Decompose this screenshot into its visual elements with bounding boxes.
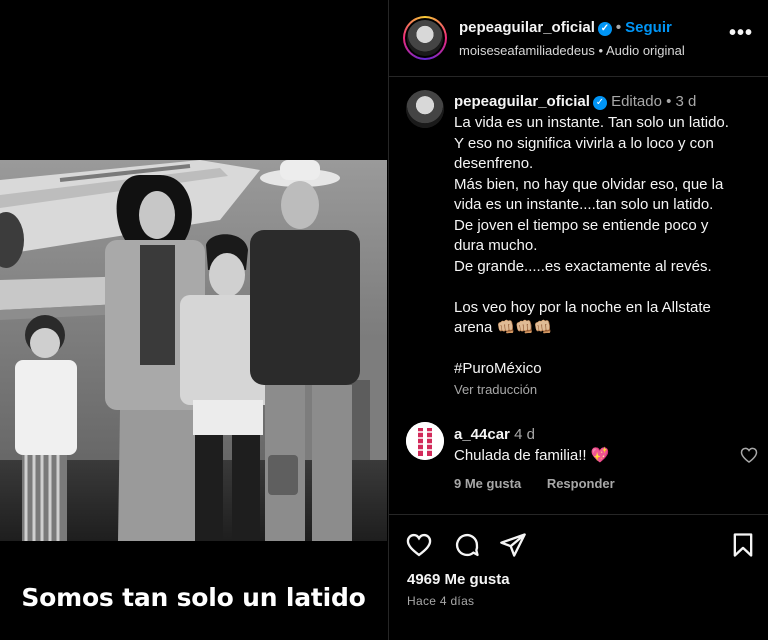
post-photo[interactable]	[0, 160, 387, 541]
caption-line: La vida es un instante. Tan solo un lati…	[454, 114, 729, 131]
audio-account-link[interactable]: moiseseafamiliadedeus	[459, 43, 595, 58]
more-options-icon[interactable]: •••	[729, 22, 753, 45]
comment-actions: 9 Me gusta Responder	[454, 476, 637, 491]
caption-line: Y eso no significa vivirla a lo loco y c…	[454, 134, 714, 152]
post-header: pepeaguilar_oficial ✓ • Seguir moiseseafami…	[389, 0, 768, 77]
caption-hashtag[interactable]: #PuroMéxico	[454, 359, 754, 380]
verified-badge-icon: ✓	[597, 22, 612, 36]
bookmark-icon[interactable]	[729, 531, 757, 559]
caption-line: Los veo hoy por la noche en la Allstate	[454, 298, 711, 316]
caption-line: vida es un instante....tan solo un latid…	[454, 196, 714, 213]
commenter-avatar[interactable]	[406, 422, 444, 460]
caption-username[interactable]: pepeaguilar_oficial	[454, 93, 590, 110]
post-timestamp: Hace 4 días	[407, 594, 475, 608]
family-photo-illustration	[0, 160, 387, 541]
verified-badge-icon: ✓	[592, 96, 607, 110]
caption-line: dura mucho.	[454, 237, 538, 254]
caption-age: 3 d	[675, 93, 697, 110]
follow-button[interactable]: Seguir	[625, 19, 672, 36]
comment-header: a_44car 4 d	[454, 425, 754, 446]
comment-age: 4 d	[514, 426, 535, 443]
audio-separator: •	[598, 43, 604, 58]
comment-reply-button[interactable]: Responder	[547, 476, 615, 491]
comment-icon[interactable]	[453, 531, 481, 559]
author-username[interactable]: pepeaguilar_oficial	[459, 19, 595, 36]
caption-edited: Editado	[611, 93, 662, 110]
commenter-username[interactable]: a_44car	[454, 426, 510, 443]
caption-line: De grande.....es exactamente al revés.	[454, 257, 712, 275]
caption-line: arena 👊🏼👊🏼👊🏼	[454, 319, 553, 336]
comment-likes-count[interactable]: 9 Me gusta	[454, 476, 521, 491]
audio-original-link[interactable]: Audio original	[606, 43, 685, 58]
comments-section[interactable]: pepeaguilar_oficial ✓ Editado • 3 d La vi…	[389, 78, 768, 514]
author-line: pepeaguilar_oficial ✓ • Seguir	[459, 19, 672, 36]
header-separator: •	[615, 19, 622, 36]
see-translation-link[interactable]: Ver traducción	[454, 380, 754, 401]
author-avatar-image	[407, 20, 443, 56]
comment-like-heart-icon[interactable]	[739, 445, 759, 465]
author-avatar[interactable]	[403, 16, 447, 60]
caption-body: La vida es un instante. Tan solo un lati…	[454, 113, 754, 400]
post-media[interactable]: Somos tan solo un latido	[0, 0, 387, 640]
commenter-avatar-image	[406, 422, 444, 460]
post-likes-count[interactable]: 4969 Me gusta	[407, 571, 510, 588]
caption-separator: •	[666, 93, 672, 110]
audio-line: moiseseafamiliadedeus • Audio original	[459, 43, 685, 58]
comment-text: Chulada de familia!! 💖	[454, 447, 610, 464]
caption-author-avatar[interactable]	[406, 90, 444, 128]
share-icon[interactable]	[499, 531, 527, 559]
media-caption-overlay: Somos tan solo un latido	[21, 583, 366, 612]
heart-icon[interactable]	[405, 531, 433, 559]
caption-line: De joven el tiempo se entiende poco y	[454, 216, 709, 234]
caption-header: pepeaguilar_oficial ✓ Editado • 3 d	[454, 92, 754, 113]
post-panel: pepeaguilar_oficial ✓ • Seguir moiseseafami…	[388, 0, 768, 640]
caption-line: Más bien, no hay que olvidar eso, que la	[454, 175, 724, 193]
caption-line: desenfreno.	[454, 155, 534, 172]
